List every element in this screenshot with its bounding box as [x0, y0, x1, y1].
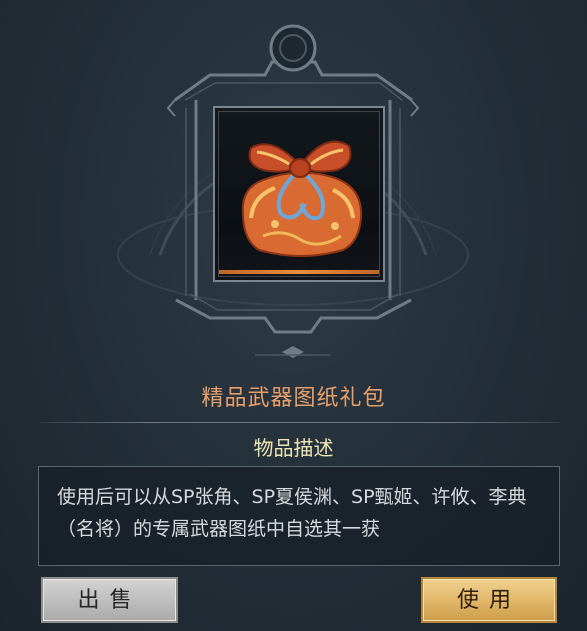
item-name: 精品武器图纸礼包 [201, 386, 386, 411]
description-box: 使用后可以从SP张角、SP夏侯渊、SP甄姬、许攸、李典（名将）的专属武器图纸中自… [38, 466, 560, 566]
gift-bundle-icon [241, 140, 363, 257]
title-divider [40, 422, 560, 423]
item-detail-panel: 精品武器图纸礼包 物品描述 使用后可以从SP张角、SP夏侯渊、SP甄姬、许攸、李… [0, 0, 587, 631]
item-icon-slot [213, 106, 385, 282]
description-text: 使用后可以从SP张角、SP夏侯渊、SP甄姬、许攸、李典（名将）的专属武器图纸中自… [57, 486, 527, 540]
use-button[interactable]: 使用 [421, 577, 557, 623]
sell-button[interactable]: 出售 [41, 577, 178, 623]
description-header: 物品描述 [253, 436, 334, 460]
rarity-bar [219, 270, 379, 274]
